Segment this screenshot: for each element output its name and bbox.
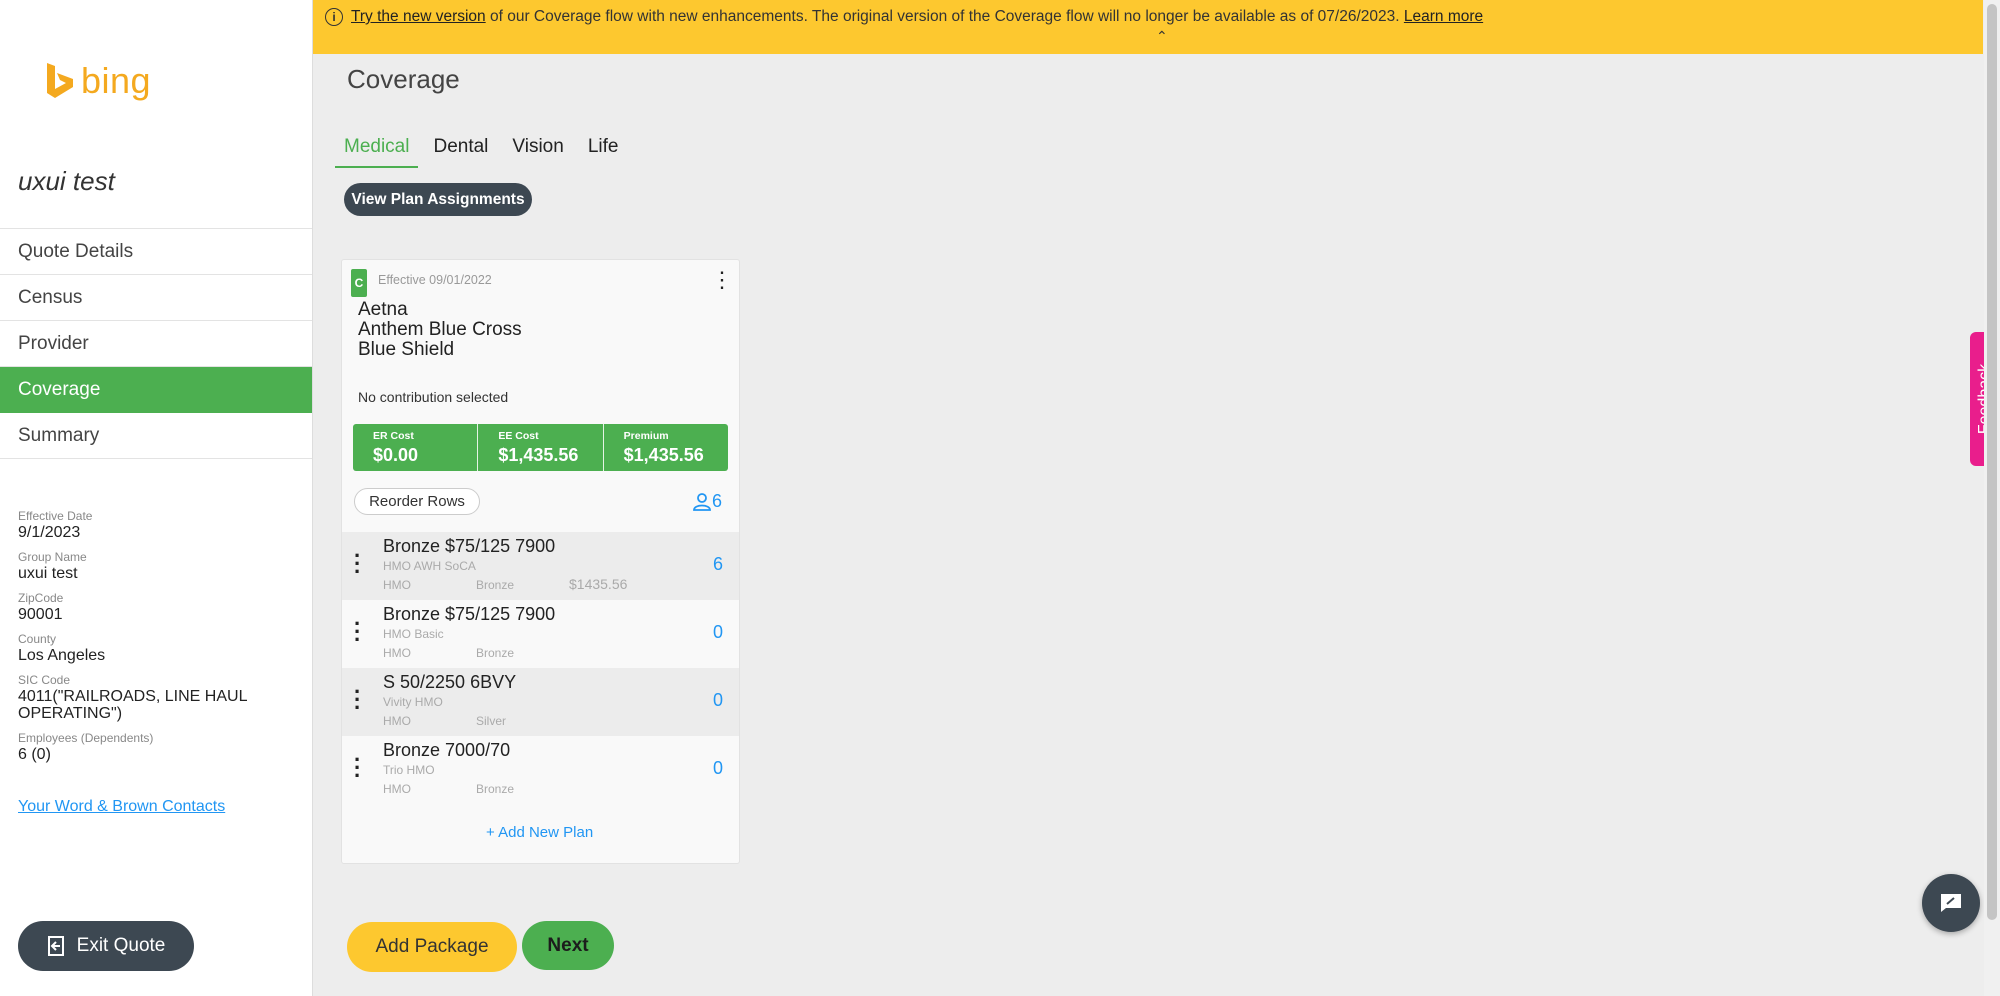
reorder-rows-button[interactable]: Reorder Rows bbox=[354, 488, 480, 515]
group-title: uxui test bbox=[18, 166, 115, 196]
sidebar-nav: Quote Details Census Provider Coverage S… bbox=[0, 228, 312, 459]
effective-date-value: 9/1/2023 bbox=[18, 524, 81, 541]
announcement-banner: i Try the new version of our Coverage fl… bbox=[313, 0, 1983, 54]
plan-type: HMO bbox=[383, 782, 411, 796]
sidebar-item-census[interactable]: Census bbox=[0, 275, 312, 321]
plan-row[interactable]: · · · S 50/2250 6BVY Vivity HMO HMO Silver… bbox=[342, 668, 739, 736]
plan-type: HMO bbox=[383, 646, 411, 660]
effective-date: Effective 09/01/2022 bbox=[378, 273, 492, 287]
plan-row[interactable]: · · · Bronze $75/125 7900 HMO AWH SoCA HMO… bbox=[342, 532, 739, 600]
group-name-label: Group Name bbox=[18, 550, 87, 564]
effective-date-label: Effective Date bbox=[18, 509, 93, 523]
contribution-status: No contribution selected bbox=[358, 389, 509, 405]
plan-tier: Bronze bbox=[476, 578, 515, 592]
sidebar-item-summary[interactable]: Summary bbox=[0, 413, 312, 459]
plan-enrollee-count[interactable]: 0 bbox=[713, 758, 723, 779]
plus-icon: + bbox=[486, 824, 499, 841]
zipcode-label: ZipCode bbox=[18, 591, 64, 605]
plan-menu-icon[interactable]: · · · bbox=[354, 613, 361, 651]
employees-label: Employees (Dependents) bbox=[18, 731, 154, 745]
banner-text: of our Coverage flow with new enhancemen… bbox=[485, 8, 1404, 25]
plan-tier: Bronze bbox=[476, 782, 515, 796]
sidebar: bing uxui test Quote Details Census Prov… bbox=[0, 0, 313, 996]
learn-more-link[interactable]: Learn more bbox=[1404, 8, 1483, 26]
carrier-badge: C bbox=[351, 269, 367, 297]
employee-count-value: 6 bbox=[712, 491, 723, 511]
next-button[interactable]: Next bbox=[522, 921, 614, 970]
try-new-version-link[interactable]: Try the new version bbox=[351, 8, 486, 26]
ee-cost-label: EE Cost bbox=[498, 430, 539, 442]
er-cost-value: $0.00 bbox=[373, 445, 419, 465]
bing-logo-icon bbox=[47, 63, 73, 98]
plan-enrollee-count[interactable]: 6 bbox=[713, 554, 723, 575]
brand-logo[interactable]: bing bbox=[45, 60, 151, 102]
plan-row[interactable]: · · · Bronze $75/125 7900 HMO Basic HMO Br… bbox=[342, 600, 739, 668]
collapse-banner-icon[interactable]: ⌃ bbox=[1156, 28, 1168, 45]
plan-name: S 50/2250 6BVY bbox=[383, 672, 517, 692]
contacts-link[interactable]: Your Word & Brown Contacts bbox=[18, 798, 225, 816]
er-cost-label: ER Cost bbox=[373, 430, 414, 442]
sic-code-value: 4011("RAILROADS, LINE HAUL OPERATING") bbox=[18, 688, 247, 722]
employee-count[interactable]: 6 bbox=[692, 491, 722, 512]
premium-label: Premium bbox=[623, 430, 669, 442]
sidebar-item-quote-details[interactable]: Quote Details bbox=[0, 229, 312, 275]
premium-value: $1,435.56 bbox=[623, 445, 704, 465]
chat-icon bbox=[1941, 894, 1961, 912]
ee-cost: EE Cost $1,435.56 bbox=[477, 424, 602, 471]
card-menu-icon[interactable]: ⋮ bbox=[711, 269, 733, 291]
quote-details-summary: Effective Date 9/1/2023 Group Name uxui … bbox=[18, 500, 308, 763]
plan-network: HMO Basic bbox=[383, 627, 444, 641]
premium: Premium $1,435.56 bbox=[602, 424, 728, 471]
plan-menu-icon[interactable]: · · · bbox=[354, 681, 361, 719]
sidebar-item-provider[interactable]: Provider bbox=[0, 321, 312, 367]
ee-cost-value: $1,435.56 bbox=[498, 445, 579, 465]
coverage-tabs: Medical Dental Vision Life bbox=[335, 132, 633, 168]
chat-button[interactable] bbox=[1922, 874, 1980, 932]
plan-row[interactable]: · · · Bronze 7000/70 Trio HMO HMO Bronze 0 bbox=[342, 736, 739, 804]
plan-name: Bronze $75/125 7900 bbox=[383, 536, 556, 556]
brand-name: bing bbox=[81, 60, 152, 101]
plan-network: Trio HMO bbox=[383, 763, 435, 777]
employees-value: 6 (0) bbox=[18, 746, 51, 763]
plan-network: HMO AWH SoCA bbox=[383, 559, 476, 573]
county-label: County bbox=[18, 632, 57, 646]
carrier-name: Aetna Anthem Blue Cross Blue Shield bbox=[358, 299, 522, 360]
er-cost: ER Cost $0.00 bbox=[353, 424, 477, 471]
page-title: Coverage bbox=[347, 64, 460, 94]
add-new-plan-button[interactable]: + Add New Plan bbox=[486, 824, 593, 841]
exit-quote-button[interactable]: Exit Quote bbox=[18, 921, 194, 971]
group-name-value: uxui test bbox=[18, 565, 78, 582]
sidebar-item-coverage[interactable]: Coverage bbox=[0, 367, 312, 413]
plan-tier: Bronze bbox=[476, 646, 515, 660]
plan-name: Bronze 7000/70 bbox=[383, 740, 511, 760]
add-package-button[interactable]: Add Package bbox=[347, 922, 517, 972]
plan-name: Bronze $75/125 7900 bbox=[383, 604, 556, 624]
cost-summary: ER Cost $0.00 EE Cost $1,435.56 Premium … bbox=[353, 424, 728, 471]
plan-type: HMO bbox=[383, 578, 411, 592]
plan-tier: Silver bbox=[476, 714, 507, 728]
plan-menu-icon[interactable]: · · · bbox=[354, 545, 361, 583]
plan-enrollee-count[interactable]: 0 bbox=[713, 622, 723, 643]
plan-enrollee-count[interactable]: 0 bbox=[713, 690, 723, 711]
county-value: Los Angeles bbox=[18, 647, 106, 664]
zipcode-value: 90001 bbox=[18, 606, 63, 623]
tab-medical[interactable]: Medical bbox=[335, 132, 419, 168]
scrollbar-thumb[interactable] bbox=[1987, 4, 1997, 920]
add-new-plan-label: Add New Plan bbox=[498, 824, 594, 841]
info-icon: i bbox=[325, 8, 343, 26]
tab-dental[interactable]: Dental bbox=[424, 132, 497, 168]
person-icon bbox=[693, 492, 711, 511]
tab-vision[interactable]: Vision bbox=[503, 132, 572, 168]
tab-life[interactable]: Life bbox=[579, 132, 628, 168]
plan-type: HMO bbox=[383, 714, 411, 728]
plan-price: $1435.56 bbox=[569, 576, 628, 592]
exit-icon bbox=[47, 935, 67, 957]
package-card: C Effective 09/01/2022 ⋮ Aetna Anthem Bl… bbox=[341, 259, 740, 864]
plan-menu-icon[interactable]: · · · bbox=[354, 749, 361, 787]
plan-network: Vivity HMO bbox=[383, 695, 443, 709]
scrollbar[interactable] bbox=[1984, 0, 2000, 996]
sic-code-label: SIC Code bbox=[18, 673, 71, 687]
exit-quote-label: Exit Quote bbox=[76, 935, 166, 956]
view-plan-assignments-button[interactable]: View Plan Assignments bbox=[344, 183, 532, 216]
